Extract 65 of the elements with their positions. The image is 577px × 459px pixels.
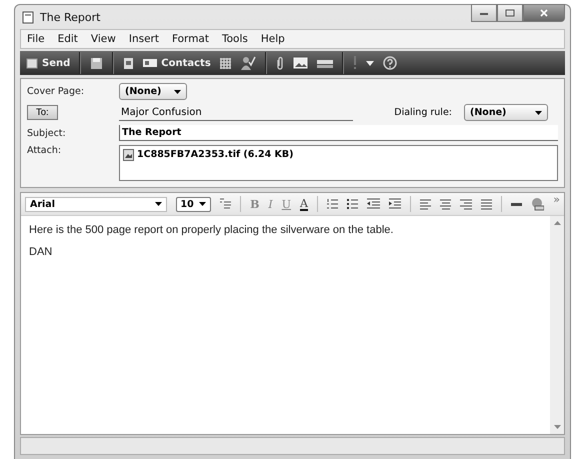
field-label: Attach:	[27, 145, 62, 156]
paperclip-icon[interactable]	[276, 56, 284, 70]
insert-picture-icon[interactable]	[531, 197, 544, 211]
attachment-name[interactable]: 1C885FB7A2353.tif (6.24 KB)	[137, 149, 294, 160]
caret-icon	[198, 202, 206, 206]
message-text: Here is the 500 page report on properly placing the silverware on the table.	[29, 224, 394, 236]
align-center-icon[interactable]	[440, 198, 452, 210]
decrease-indent-icon[interactable]	[367, 198, 380, 210]
bullet-list-icon[interactable]	[347, 198, 358, 210]
font-color-button[interactable]: A	[300, 198, 308, 210]
image-file-icon	[123, 149, 134, 161]
close-button[interactable]	[523, 4, 565, 22]
maximize-button[interactable]	[497, 4, 523, 22]
send-button[interactable]: Send	[26, 57, 70, 69]
minimize-button[interactable]	[471, 4, 497, 22]
horizontal-line-icon[interactable]	[510, 202, 522, 206]
field-label: Subject:	[27, 128, 67, 138]
to-button[interactable]: To:	[27, 105, 58, 120]
caret-icon	[174, 90, 181, 94]
save-icon[interactable]	[90, 56, 104, 70]
scroll-up-icon[interactable]	[554, 221, 560, 225]
increase-indent-icon[interactable]	[388, 198, 401, 210]
paragraph-style-icon[interactable]	[220, 198, 232, 210]
dialing-rule-dropdown[interactable]: (None)	[464, 104, 548, 121]
grid-icon[interactable]	[220, 58, 231, 68]
window-title: The Report	[40, 10, 100, 24]
menu-item[interactable]: Insert	[128, 33, 159, 45]
close-icon	[539, 9, 549, 17]
maximize-icon	[505, 9, 515, 17]
scroll-down-icon[interactable]	[554, 425, 560, 429]
picture-icon[interactable]	[292, 57, 308, 69]
more-button[interactable]: »	[553, 193, 560, 206]
scanner-icon[interactable]	[316, 58, 333, 68]
card-icon[interactable]	[123, 56, 134, 70]
help-icon[interactable]	[382, 56, 397, 70]
contact-card-icon	[143, 58, 158, 68]
caret-icon	[154, 202, 162, 206]
contacts-button[interactable]: Contacts	[143, 58, 211, 68]
justify-icon[interactable]	[480, 198, 492, 210]
subject-field[interactable]: The Report	[119, 125, 558, 141]
document-icon	[22, 10, 34, 24]
caret-icon[interactable]	[366, 60, 374, 66]
menu-item[interactable]: Tools	[222, 33, 248, 45]
menu-item[interactable]: Edit	[58, 33, 78, 45]
send-icon	[26, 57, 38, 69]
message-body[interactable]: Here is the 500 page report on properly placing the silverware on the table. DAN	[21, 216, 550, 434]
numbered-list-icon[interactable]	[326, 198, 338, 210]
field-label: Cover Page:	[27, 86, 86, 97]
menu-item[interactable]: View	[90, 33, 116, 45]
align-left-icon[interactable]	[420, 198, 432, 210]
font-dropdown[interactable]: Arial	[25, 196, 166, 212]
cover-page-dropdown[interactable]: (None)	[119, 83, 187, 100]
to-field[interactable]: Major Confusion	[119, 104, 353, 120]
menu-item[interactable]: Help	[260, 33, 285, 45]
message-text: DAN	[29, 246, 54, 258]
scrollbar[interactable]	[550, 216, 564, 434]
exclamation-icon[interactable]	[352, 56, 357, 70]
field-label: Dialing rule:	[394, 107, 452, 118]
person-check-icon[interactable]	[240, 56, 256, 70]
caret-icon	[535, 110, 542, 114]
menu-item[interactable]: Format	[172, 33, 209, 45]
minimize-icon	[479, 10, 489, 16]
menu-item[interactable]: File	[27, 33, 45, 45]
font-size-dropdown[interactable]: 10	[176, 196, 211, 212]
align-right-icon[interactable]	[460, 198, 472, 210]
